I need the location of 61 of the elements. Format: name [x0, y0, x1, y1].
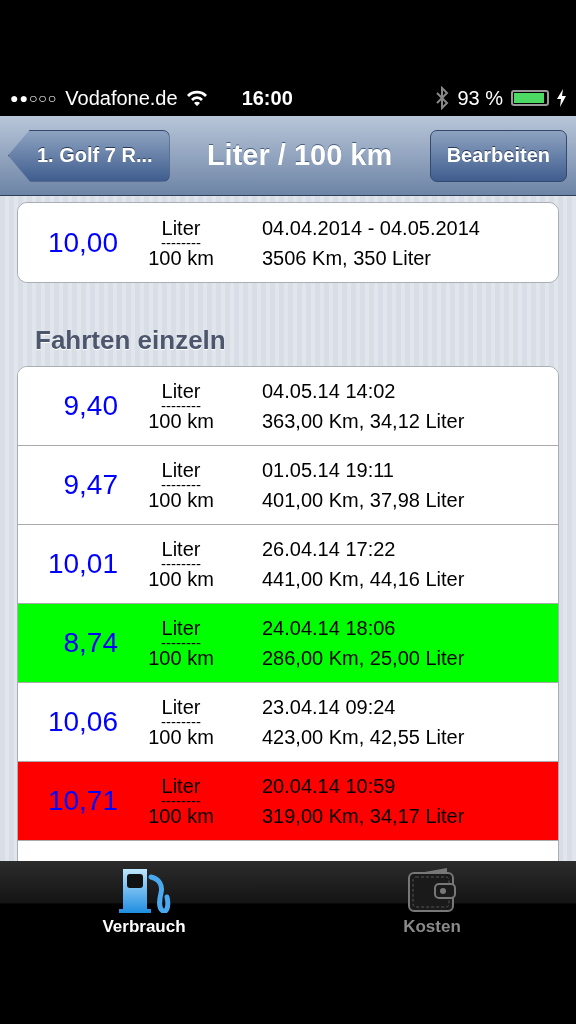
trip-date: 26.04.14 17:22 [262, 537, 397, 562]
wallet-icon [405, 867, 459, 913]
unit-label: Liter [161, 382, 201, 400]
trip-date: 04.05.14 14:02 [262, 379, 397, 404]
fraction-line: -------- [161, 558, 201, 570]
unit-label: Liter [161, 698, 201, 716]
totals-text: 3506 Km, 350 Liter [262, 245, 432, 271]
signal-strength-icon: ●●○○○ [10, 90, 58, 106]
unit-label: 100 km [148, 649, 214, 667]
trip-date: 01.05.14 19:11 [262, 458, 395, 483]
fraction-line: -------- [161, 236, 201, 249]
unit-label: 100 km [148, 412, 214, 430]
consumption-value: 10,01 [46, 548, 118, 580]
unit-label: Liter [161, 777, 201, 795]
trip-details: 423,00 Km, 42,55 Liter [262, 725, 466, 750]
fraction-line: -------- [161, 637, 201, 649]
consumption-value: 9,47 [62, 469, 118, 501]
bluetooth-icon [435, 86, 450, 110]
consumption-value: 10,00 [46, 226, 118, 259]
carrier-name: Vodafone.de [65, 86, 178, 110]
unit-label: Liter [161, 619, 201, 637]
battery-percent: 93 % [457, 86, 503, 110]
unit-label: 100 km [148, 807, 214, 825]
clock: 16:00 [241, 86, 293, 110]
unit-label: 100 km [148, 728, 214, 746]
unit-label: Liter [161, 218, 201, 237]
trip-date: 20.04.14 10:59 [262, 774, 397, 799]
trip-details: 286,00 Km, 25,00 Liter [262, 646, 466, 671]
edit-button[interactable]: Bearbeiten [429, 129, 567, 182]
section-header: Fahrten einzeln [35, 325, 227, 356]
fraction-line: -------- [161, 795, 201, 807]
charging-icon [557, 89, 566, 107]
fraction-line: -------- [161, 479, 201, 491]
fuel-pump-icon [117, 867, 171, 913]
unit-label: Liter [161, 461, 201, 479]
tab-button[interactable]: Verbrauch [0, 867, 288, 1024]
tab-button[interactable]: Kosten [288, 867, 576, 1024]
consumption-value: 9,40 [62, 390, 118, 422]
consumption-value: 10,06 [46, 706, 118, 738]
screen-title: Liter / 100 km [205, 139, 394, 172]
trip-row[interactable]: 10,71 Liter -------- 100 km 20.04.14 10:59 319,00 Km, 34,17 Liter [18, 762, 558, 841]
back-button[interactable]: 1. Golf 7 R... [8, 129, 170, 182]
trip-row[interactable]: 8,74 Liter -------- 100 km 24.04.14 18:06 286,00 Km, 25,00 Liter [18, 604, 558, 683]
trip-details: 319,00 Km, 34,17 Liter [262, 804, 466, 829]
unit-label: 100 km [148, 570, 214, 588]
unit-label: Liter [161, 540, 201, 558]
consumption-value: 10,71 [46, 785, 118, 817]
date-range: 04.04.2014 - 04.05.2014 [262, 215, 481, 241]
unit-label: 100 km [148, 248, 214, 267]
trip-date: 23.04.14 09:24 [262, 695, 397, 720]
trip-details: 441,00 Km, 44,16 Liter [262, 567, 466, 592]
trip-row[interactable]: 9,40 Liter -------- 100 km 04.05.14 14:02 363,00 Km, 34,12 Liter [18, 367, 558, 446]
trip-date: 24.04.14 18:06 [262, 616, 397, 641]
battery-icon [511, 90, 549, 106]
trip-details: 401,00 Km, 37,98 Liter [262, 488, 466, 513]
fraction-line: -------- [161, 716, 201, 728]
fraction-line: -------- [161, 400, 201, 412]
trip-details: 363,00 Km, 34,12 Liter [262, 409, 466, 434]
wifi-icon [185, 89, 208, 107]
unit-label: 100 km [148, 491, 214, 509]
consumption-value: 8,74 [62, 627, 118, 659]
